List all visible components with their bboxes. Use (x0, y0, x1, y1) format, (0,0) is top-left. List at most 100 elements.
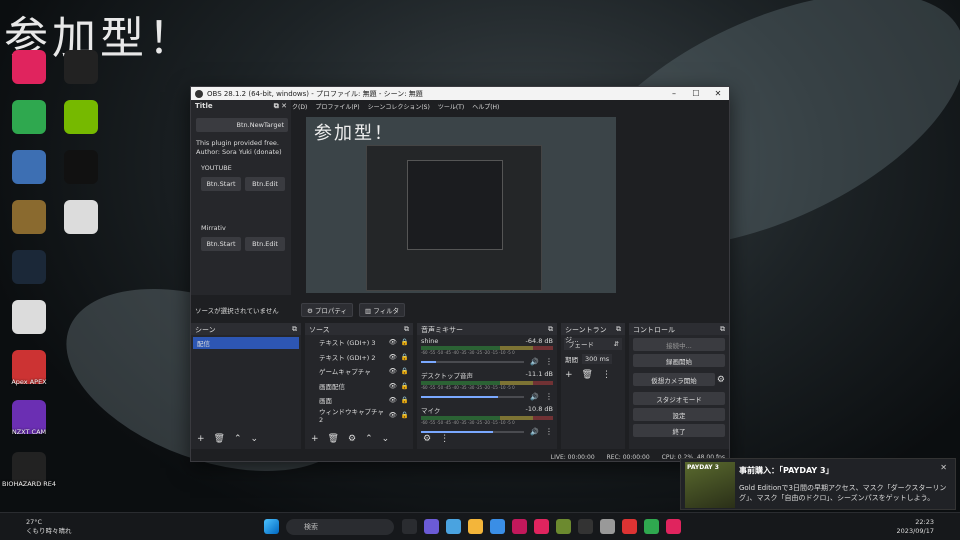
duration-field[interactable]: 300 ms (582, 354, 613, 364)
recycle-bin-icon[interactable] (12, 150, 46, 184)
up-icon[interactable]: ⌃ (365, 434, 373, 444)
scene-item[interactable]: 配信 (193, 337, 299, 349)
obs-titlebar[interactable]: OBS 28.1.2 (64-bit, windows) - プロファイル: 無… (191, 87, 729, 100)
virtual-camera-button[interactable]: 仮想カメラ開始 (633, 373, 715, 386)
source-item[interactable]: テキスト (GDI+) 2 👁 🔒 (305, 350, 413, 365)
menu-item[interactable]: プロファイル(P) (315, 102, 359, 111)
apex-icon[interactable] (622, 519, 637, 534)
source-item[interactable]: ゲームキャプチャ 👁 🔒 (305, 364, 413, 379)
speaker-icon[interactable]: 🔊 (530, 428, 539, 436)
source-item[interactable]: ウィンドウキャプチャ 2 👁 🔒 (305, 408, 413, 424)
record-button[interactable]: 録画開始 (633, 354, 725, 367)
teams-icon[interactable] (424, 519, 439, 534)
undock-icon[interactable]: ⧉ (548, 325, 553, 333)
minecraft-icon[interactable] (556, 519, 571, 534)
volume-slider[interactable] (421, 360, 525, 363)
visibility-icon[interactable]: 👁 (389, 338, 397, 346)
search-box[interactable]: 検索 (286, 519, 394, 535)
delete-icon[interactable]: 🗑 (582, 370, 593, 380)
start-button[interactable]: Btn.Start (201, 237, 241, 251)
add-icon[interactable]: + (311, 434, 319, 444)
logitech-icon[interactable] (64, 150, 98, 184)
streaming-button[interactable]: 接続中... (633, 338, 725, 351)
dock-close-icon[interactable]: ⧉ ✕ (274, 102, 287, 110)
game-icon[interactable] (12, 200, 46, 234)
nvidia-icon[interactable] (64, 100, 98, 134)
speaker-icon[interactable]: 🔊 (530, 393, 539, 401)
new-target-button[interactable]: Btn.NewTarget (196, 118, 288, 132)
visibility-icon[interactable]: 👁 (389, 411, 397, 419)
obs-icon[interactable] (64, 50, 98, 84)
visibility-icon[interactable]: 👁 (389, 353, 397, 361)
undock-icon[interactable]: ⧉ (720, 325, 725, 333)
minimize-icon[interactable]: – (663, 89, 685, 98)
maximize-icon[interactable]: ☐ (685, 89, 707, 98)
task-view-icon[interactable] (402, 519, 417, 534)
transition-select[interactable]: フェード ⇵ (564, 338, 622, 350)
gear-icon[interactable]: ⚙ (423, 434, 431, 444)
source-item[interactable]: 画面配信 👁 🔒 (305, 379, 413, 394)
edit-button[interactable]: Btn.Edit (245, 177, 285, 191)
more-icon[interactable]: ⋮ (545, 392, 553, 401)
mail-icon[interactable] (490, 519, 505, 534)
filters-button[interactable]: ▥ フィルタ (359, 303, 406, 317)
close-icon[interactable]: ✕ (707, 89, 729, 98)
gear-icon[interactable]: ⚙ (348, 434, 356, 444)
studio-mode-button[interactable]: スタジオモード (633, 392, 725, 405)
undock-icon[interactable]: ⧉ (292, 325, 297, 333)
menu-item[interactable]: ヘルプ(H) (472, 102, 499, 111)
settings-button[interactable]: 設定 (633, 408, 725, 421)
menu-item[interactable]: シーンコレクション(S) (368, 102, 430, 111)
up-icon[interactable]: ⌃ (234, 434, 242, 444)
music-app-icon[interactable] (534, 519, 549, 534)
more-icon[interactable]: ⋮ (545, 357, 553, 366)
explorer-icon[interactable] (468, 519, 483, 534)
obs-icon[interactable] (578, 519, 593, 534)
tiktok-icon[interactable] (666, 519, 681, 534)
green-app-icon[interactable] (12, 100, 46, 134)
preview-canvas[interactable]: 参加型！ (306, 117, 616, 293)
undock-icon[interactable]: ⧉ (404, 325, 409, 333)
file-icon[interactable] (64, 200, 98, 234)
lock-icon[interactable]: 🔒 (401, 353, 409, 361)
source-item[interactable]: テキスト (GDI+) 3 👁 🔒 (305, 335, 413, 350)
down-icon[interactable]: ⌄ (251, 434, 259, 444)
lock-icon[interactable]: 🔒 (401, 382, 409, 390)
notification-toast[interactable]: PAYDAY 3 事前購入：「PAYDAY 3」 Gold Editionで3日… (680, 458, 956, 510)
app-icon[interactable] (512, 519, 527, 534)
start-icon[interactable] (264, 519, 279, 534)
visibility-icon[interactable]: 👁 (389, 367, 397, 375)
edge-icon[interactable] (446, 519, 461, 534)
undock-icon[interactable]: ⧉ (616, 325, 621, 333)
more-icon[interactable]: ⋮ (602, 370, 611, 380)
weather-widget[interactable]: 27°C くもり時々晴れ (10, 518, 72, 536)
more-icon[interactable]: ⋮ (545, 427, 553, 436)
menu-item[interactable]: ツール(T) (438, 102, 464, 111)
gear-icon[interactable]: ⚙ (717, 375, 725, 385)
clock[interactable]: 22:23 2023/09/17 (897, 518, 934, 536)
down-icon[interactable]: ⌄ (382, 434, 390, 444)
obs-window[interactable]: OBS 28.1.2 (64-bit, windows) - プロファイル: 無… (190, 86, 730, 462)
start-button[interactable]: Btn.Start (201, 177, 241, 191)
lock-icon[interactable]: 🔒 (401, 367, 409, 375)
lock-icon[interactable]: 🔒 (401, 411, 409, 419)
logitech-icon[interactable] (600, 519, 615, 534)
properties-button[interactable]: ⚙ プロパティ (301, 303, 354, 317)
lock-icon[interactable]: 🔒 (401, 338, 409, 346)
more-icon[interactable]: ⋮ (440, 434, 449, 444)
add-icon[interactable]: + (565, 370, 573, 380)
edit-button[interactable]: Btn.Edit (245, 237, 285, 251)
add-icon[interactable]: + (197, 434, 205, 444)
visibility-icon[interactable]: 👁 (389, 382, 397, 390)
file-icon[interactable] (12, 300, 46, 334)
chrome-icon[interactable] (644, 519, 659, 534)
volume-slider[interactable] (421, 395, 525, 398)
steam-icon[interactable] (12, 250, 46, 284)
lock-icon[interactable]: 🔒 (401, 396, 409, 404)
exit-button[interactable]: 終了 (633, 424, 725, 437)
delete-icon[interactable]: 🗑 (328, 434, 339, 444)
music-app-icon[interactable] (12, 50, 46, 84)
visibility-icon[interactable]: 👁 (389, 396, 397, 404)
speaker-icon[interactable]: 🔊 (530, 358, 539, 366)
close-icon[interactable]: ✕ (940, 463, 947, 472)
